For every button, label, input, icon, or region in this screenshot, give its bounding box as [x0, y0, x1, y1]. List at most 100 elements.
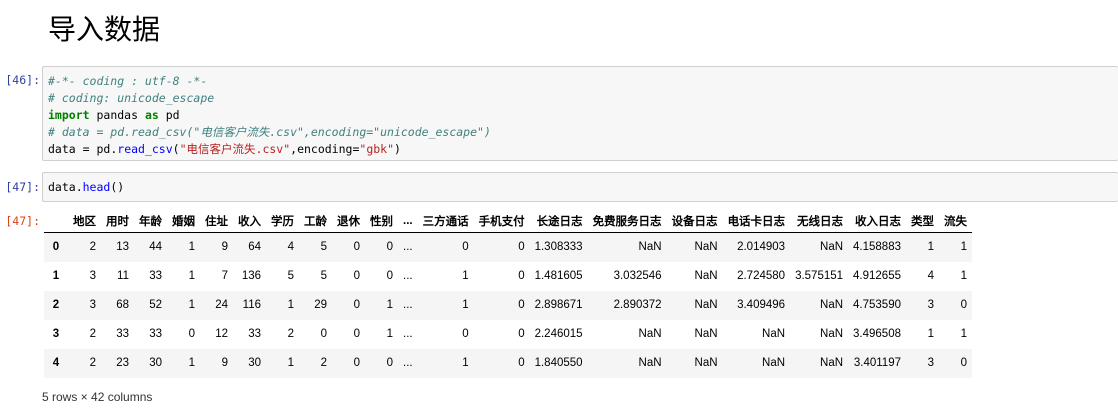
table-cell: 1 — [462, 299, 469, 311]
table-cell: NaN — [638, 241, 662, 254]
table-cell: 3.409496 — [737, 299, 786, 311]
column-header: 电话卡日志 — [722, 210, 791, 233]
table-cell: 9 — [221, 357, 228, 369]
table-cell: 1 — [462, 357, 469, 369]
table-cell: NaN — [820, 357, 844, 369]
code-token: # coding: unicode_escape — [48, 91, 215, 105]
table-cell: 33 — [149, 270, 162, 282]
code-line: # coding: unicode_escape — [48, 90, 1118, 107]
table-cell: 44 — [149, 241, 162, 254]
table-cell: 0 — [353, 328, 360, 340]
table-cell: 2.724580 — [737, 270, 786, 282]
table-cell: 5 — [320, 241, 327, 254]
table-cell: NaN — [638, 328, 662, 340]
table-cell: 1 — [188, 357, 195, 369]
table-cell: 2 — [89, 357, 96, 369]
table-cell: 0 — [320, 328, 327, 340]
code-token: "电信客户流失.csv" — [179, 142, 291, 156]
row-index: 4 — [52, 357, 60, 369]
table-cell: 29 — [314, 299, 327, 311]
table-cell: 0 — [353, 241, 360, 254]
code-token: pd — [158, 108, 180, 122]
table-cell: 24 — [215, 299, 228, 311]
table-row: 2 3 68 52 1 24 116 1 29 0 1... 1 0 2.898671 2.890372 Na… — [44, 290, 972, 320]
table-row: 0 2 13 44 1 9 64 4 5 0 0... 0 0 1.308333 NaN NaN 2.01490… — [44, 232, 972, 262]
table-cell: 4.753590 — [853, 299, 901, 311]
table-cell: 3.496508 — [853, 328, 901, 340]
row-index: 0 — [52, 241, 60, 254]
table-cell: 0 — [462, 241, 469, 254]
table-cell: 0 — [386, 357, 393, 369]
code-token: as — [144, 108, 159, 122]
table-cell: 0 — [518, 328, 525, 340]
table-cell: 1 — [960, 241, 967, 254]
table-cell: 3.401197 — [853, 357, 901, 369]
table-cell: ... — [403, 270, 413, 282]
table-row: 4 2 23 30 1 9 30 1 2 0 0... 1 0 1.840550 NaN NaN NaN NaN 3… — [44, 348, 972, 378]
column-header: 年龄 — [134, 210, 167, 233]
table-cell: 0 — [462, 328, 469, 340]
table-cell: 0 — [353, 357, 360, 369]
table-cell: 1 — [287, 299, 294, 311]
table-cell: ... — [403, 357, 413, 369]
table-cell: NaN — [694, 357, 718, 369]
table-cell: 3 — [89, 299, 96, 311]
table-cell: 33 — [116, 328, 129, 340]
table-cell: 1 — [960, 270, 967, 282]
table-cell: 0 — [518, 299, 525, 311]
table-cell: 1.840550 — [534, 357, 583, 369]
code-editor[interactable]: data.head() — [42, 172, 1118, 202]
column-header: 流失 — [939, 210, 972, 233]
table-cell: 4.912655 — [853, 270, 901, 282]
code-line: #-*- coding : utf-8 -*- — [48, 73, 1118, 90]
code-line: # data = pd.read_csv("电信客户流失.csv",encodi… — [48, 124, 1118, 141]
table-row: 3 2 33 33 0 12 33 2 0 0 1... 0 0 2.246015 NaN NaN NaN NaN… — [44, 320, 972, 349]
table-cell: 1 — [287, 357, 294, 369]
table-cell: 30 — [149, 357, 162, 369]
column-header: 用时 — [101, 210, 134, 233]
table-cell: 5 — [320, 270, 327, 282]
table-cell: 1 — [386, 328, 393, 340]
table-cell: 5 — [287, 270, 294, 282]
table-cell: ... — [403, 299, 413, 311]
column-header: 性别 — [365, 210, 398, 233]
code-editor[interactable]: #-*- coding : utf-8 -*- # coding: unicode… — [42, 66, 1118, 161]
table-cell: 30 — [248, 357, 261, 369]
table-cell: 0 — [960, 299, 967, 311]
table-cell: ... — [403, 241, 413, 254]
table-cell: 7 — [221, 270, 228, 282]
cell-prompt: [47]: — [5, 180, 40, 194]
column-header: 地区 — [68, 210, 101, 233]
table-cell: 1 — [188, 241, 195, 254]
table-cell: 23 — [116, 357, 129, 369]
table-cell: NaN — [762, 328, 786, 340]
column-header: 住址 — [200, 210, 233, 233]
table-cell: 116 — [242, 299, 261, 311]
dataframe-shape: 5 rows × 42 columns — [42, 390, 153, 404]
table-cell: 1 — [960, 328, 967, 340]
table-cell: NaN — [762, 357, 786, 369]
code-line: data.head() — [48, 179, 1118, 196]
table-cell: 2 — [287, 328, 294, 340]
output-prompt: [47]: — [5, 214, 40, 228]
column-header: 婚姻 — [167, 210, 200, 233]
table-cell: 0 — [386, 270, 393, 282]
table-cell: ... — [403, 328, 413, 340]
table-cell: 2 — [89, 241, 96, 254]
code-token: data — [48, 142, 83, 156]
table-cell: 0 — [188, 328, 195, 340]
code-token: () — [110, 180, 125, 194]
column-header: 工龄 — [299, 210, 332, 233]
table-cell: 2.246015 — [534, 328, 583, 340]
section-heading: 导入数据 — [48, 13, 161, 46]
code-line: data = pd.read_csv("电信客户流失.csv",encoding… — [48, 141, 1118, 158]
code-token: ( — [172, 142, 180, 156]
table-cell: 1.308333 — [534, 241, 583, 254]
table-cell: 3 — [89, 270, 96, 282]
table-cell: 64 — [248, 241, 261, 254]
table-cell: NaN — [820, 241, 844, 254]
table-cell: 1 — [188, 299, 195, 311]
table-cell: NaN — [638, 357, 662, 369]
column-header: 收入 — [233, 210, 266, 233]
index-header — [44, 210, 68, 233]
